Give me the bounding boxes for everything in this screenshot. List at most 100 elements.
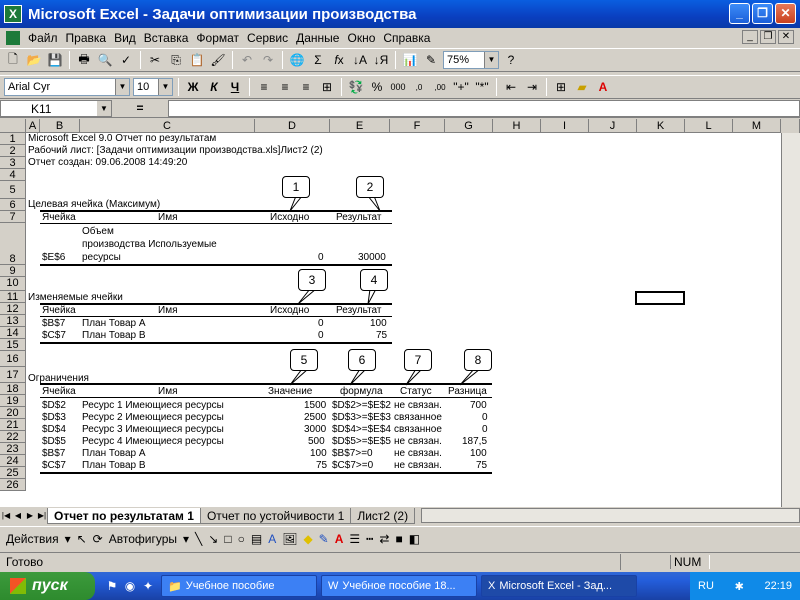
font-color-icon[interactable]: A (335, 532, 344, 546)
font-color-icon[interactable]: A (594, 78, 612, 96)
font-size-select[interactable]: 10 ▼ (133, 78, 173, 96)
currency-icon[interactable]: 💱 (347, 78, 365, 96)
paste-icon[interactable]: 📋 (188, 51, 206, 69)
sort-asc-icon[interactable]: ↓A (351, 51, 369, 69)
save-icon[interactable]: 💾 (46, 51, 64, 69)
doc-restore-button[interactable]: ❐ (760, 30, 776, 44)
redo-icon[interactable]: ↷ (259, 51, 277, 69)
clipart-icon[interactable]: 🖼 (282, 532, 297, 546)
line-style-icon[interactable]: ☰ (349, 532, 360, 546)
cut-icon[interactable]: ✂ (146, 51, 164, 69)
menu-data[interactable]: Данные (292, 31, 343, 45)
media-icon[interactable]: ◉ (121, 577, 139, 595)
line-icon[interactable]: ╲ (195, 532, 202, 546)
oval-icon[interactable]: ○ (238, 532, 245, 546)
undo-icon[interactable]: ↶ (238, 51, 256, 69)
merge-center-icon[interactable]: ⊞ (318, 78, 336, 96)
quicklaunch-icon[interactable]: ✦ (139, 577, 157, 595)
formula-input[interactable] (168, 100, 800, 117)
fill-color-icon[interactable]: ▰ (573, 78, 591, 96)
chevron-down-icon[interactable]: ▾ (65, 532, 71, 546)
workbook-icon[interactable] (6, 31, 20, 45)
next-sheet-icon[interactable]: ▶ (24, 509, 36, 523)
arrow-icon[interactable]: ↘ (208, 532, 218, 546)
menu-view[interactable]: Вид (110, 31, 140, 45)
increase-indent-icon[interactable]: ⇥ (523, 78, 541, 96)
percent-icon[interactable]: % (368, 78, 386, 96)
bold-button[interactable]: Ж (184, 78, 202, 96)
decrease-decimal-icon[interactable]: ,00 (431, 78, 449, 96)
menu-window[interactable]: Окно (343, 31, 379, 45)
preview-icon[interactable]: 🔍 (96, 51, 114, 69)
copy-icon[interactable]: ⎘ (167, 51, 185, 69)
doc-minimize-button[interactable]: _ (742, 30, 758, 44)
start-button[interactable]: пуск (0, 572, 95, 600)
chevron-down-icon[interactable]: ▾ (183, 532, 189, 546)
help-icon[interactable]: ? (502, 51, 520, 69)
italic-button[interactable]: К (205, 78, 223, 96)
menu-insert[interactable]: Вставка (140, 31, 193, 45)
tray-app-icon[interactable]: ✱ (735, 580, 744, 593)
textbox-icon[interactable]: ▤ (251, 532, 262, 546)
menu-tools[interactable]: Сервис (243, 31, 292, 45)
name-box[interactable]: K11 ▼ (0, 100, 112, 117)
spelling-icon[interactable]: ✓ (117, 51, 135, 69)
task-word[interactable]: W Учебное пособие 18... (321, 575, 477, 597)
decrease-indent-icon[interactable]: ⇤ (502, 78, 520, 96)
arrow-style-icon[interactable]: ⇄ (379, 532, 389, 546)
autoshapes-menu[interactable]: Автофигуры (109, 532, 177, 546)
wordart-icon[interactable]: A (268, 532, 276, 546)
hyperlink-icon[interactable]: 🌐 (288, 51, 306, 69)
acrobat-icon[interactable]: ⚑ (103, 577, 121, 595)
chevron-down-icon[interactable]: ▼ (158, 79, 172, 95)
zoom-select[interactable]: 75% ▼ (443, 51, 499, 69)
sort-desc-icon[interactable]: ↓Я (372, 51, 390, 69)
selected-cell[interactable] (635, 291, 685, 305)
thousands-icon[interactable]: 000 (389, 78, 407, 96)
open-icon[interactable]: 📂 (25, 51, 43, 69)
actions-menu[interactable]: Действия (6, 532, 59, 546)
close-button[interactable]: ✕ (775, 3, 796, 24)
3d-icon[interactable]: ◧ (409, 532, 420, 546)
select-objects-icon[interactable]: ↖ (77, 532, 87, 546)
increase-decimal-icon[interactable]: ,0 (410, 78, 428, 96)
prev-sheet-icon[interactable]: ◀ (12, 509, 24, 523)
line-color-icon[interactable]: ✎ (319, 532, 329, 546)
dash-style-icon[interactable]: ┅ (366, 532, 373, 546)
new-icon[interactable]: 🗋 (4, 51, 22, 69)
tab-results-report[interactable]: Отчет по результатам 1 (47, 507, 201, 524)
multiply-quote-icon[interactable]: "*" (473, 78, 491, 96)
chevron-down-icon[interactable]: ▼ (97, 101, 111, 116)
align-left-icon[interactable]: ≡ (255, 78, 273, 96)
task-folder[interactable]: 📁 Учебное пособие (161, 575, 317, 597)
doc-close-button[interactable]: ✕ (778, 30, 794, 44)
tab-sheet2-2[interactable]: Лист2 (2) (350, 507, 416, 524)
worksheet-grid[interactable]: A B C D E F G H I J K L M 1 2 3 4 5 6 7 … (0, 119, 800, 507)
minimize-button[interactable]: _ (729, 3, 750, 24)
restore-button[interactable]: ❐ (752, 3, 773, 24)
chevron-down-icon[interactable]: ▼ (115, 79, 129, 95)
menu-file[interactable]: Файл (24, 31, 62, 45)
shadow-icon[interactable]: ■ (395, 532, 402, 546)
fill-color-icon[interactable]: ◆ (303, 532, 312, 546)
horizontal-scrollbar[interactable] (421, 508, 800, 523)
align-center-icon[interactable]: ≡ (276, 78, 294, 96)
tab-sensitivity-report[interactable]: Отчет по устойчивости 1 (199, 507, 352, 524)
menu-help[interactable]: Справка (379, 31, 434, 45)
drawing-icon[interactable]: ✎ (422, 51, 440, 69)
format-painter-icon[interactable]: 🖌 (209, 51, 227, 69)
align-right-icon[interactable]: ≡ (297, 78, 315, 96)
font-select[interactable]: Arial Cyr ▼ (4, 78, 130, 96)
function-icon[interactable]: fx (330, 51, 348, 69)
borders-icon[interactable]: ⊞ (552, 78, 570, 96)
chart-wizard-icon[interactable]: 📊 (401, 51, 419, 69)
underline-button[interactable]: Ч (226, 78, 244, 96)
menu-edit[interactable]: Правка (62, 31, 111, 45)
add-quote-icon[interactable]: "+" (452, 78, 470, 96)
rectangle-icon[interactable]: □ (224, 532, 231, 546)
menu-format[interactable]: Формат (192, 31, 243, 45)
task-excel[interactable]: X Microsoft Excel - Зад... (481, 575, 637, 597)
print-icon[interactable]: 🖶 (75, 51, 93, 69)
vertical-scrollbar[interactable] (781, 133, 800, 507)
first-sheet-icon[interactable]: |◀ (0, 509, 12, 523)
